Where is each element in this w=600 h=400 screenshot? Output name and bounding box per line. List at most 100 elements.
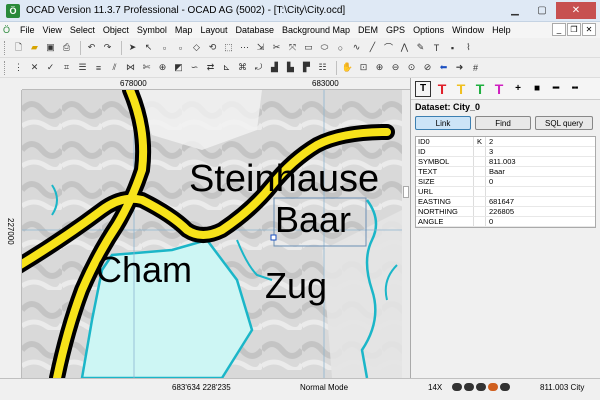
menu-map[interactable]: Map: [171, 25, 197, 35]
line-node-symbol-icon[interactable]: ━: [548, 81, 564, 97]
print-icon[interactable]: ⎙: [60, 41, 73, 54]
zoom-in-icon[interactable]: ⊕: [373, 61, 386, 74]
new-file-icon[interactable]: 🗋: [12, 41, 25, 54]
hand-pan-icon[interactable]: ✋: [341, 61, 354, 74]
link-button[interactable]: Link: [415, 116, 471, 130]
measure-icon[interactable]: ⊾: [220, 61, 233, 74]
select-arrow-icon[interactable]: ➤: [126, 41, 139, 54]
table-row[interactable]: SYMBOL 811.003: [416, 157, 595, 167]
align-right-icon[interactable]: ≡: [92, 61, 105, 74]
menu-background-map[interactable]: Background Map: [278, 25, 354, 35]
table-row[interactable]: EASTING 681647: [416, 197, 595, 207]
text-green-icon[interactable]: T: [472, 81, 488, 97]
table-row[interactable]: ID 3: [416, 147, 595, 157]
text-magenta-icon[interactable]: T: [491, 81, 507, 97]
mdi-close-button[interactable]: ✕: [582, 23, 596, 36]
staircase-icon[interactable]: ▛: [300, 61, 313, 74]
straight-line-icon[interactable]: ╱: [366, 41, 379, 54]
eye-icon[interactable]: [500, 383, 510, 391]
freehand-icon[interactable]: ∿: [350, 41, 363, 54]
rectangle-icon[interactable]: ▭: [302, 41, 315, 54]
menu-select[interactable]: Select: [66, 25, 99, 35]
edit-object-icon[interactable]: ↖: [142, 41, 155, 54]
point-symbol-icon[interactable]: +: [510, 81, 526, 97]
eye-icon[interactable]: [488, 383, 498, 391]
sql-query-button[interactable]: SQL query: [535, 116, 593, 130]
map-vertical-scrollbar[interactable]: [402, 90, 410, 378]
menu-window[interactable]: Window: [448, 25, 488, 35]
dashed-line-icon[interactable]: ⋯: [238, 41, 251, 54]
redo-icon[interactable]: ↷: [101, 41, 114, 54]
table-row[interactable]: SIZE 0: [416, 177, 595, 187]
align-icon[interactable]: ☰: [76, 61, 89, 74]
curve-icon[interactable]: ⌒: [382, 41, 395, 54]
field-value[interactable]: 226805: [486, 207, 595, 216]
smooth-icon[interactable]: ∽: [188, 61, 201, 74]
node-diamond-icon[interactable]: ◇: [190, 41, 203, 54]
polyline-icon[interactable]: ⌇: [462, 41, 475, 54]
node-move-icon[interactable]: ⬚: [222, 41, 235, 54]
cut-area-icon[interactable]: ✄: [140, 61, 153, 74]
zoom-window-icon[interactable]: ⊡: [357, 61, 370, 74]
menu-symbol[interactable]: Symbol: [133, 25, 171, 35]
grip-icon[interactable]: ⋮: [12, 61, 25, 74]
arrow-left-icon[interactable]: ⬅: [437, 61, 450, 74]
menu-database[interactable]: Database: [231, 25, 278, 35]
scrollbar-thumb[interactable]: [403, 186, 409, 198]
ocad-app-icon[interactable]: Ö: [6, 3, 20, 18]
tag-icon[interactable]: ⌘: [236, 61, 249, 74]
steps2-icon[interactable]: ▙: [284, 61, 297, 74]
toolbar-grip[interactable]: [4, 40, 8, 55]
table-row[interactable]: ANGLE 0: [416, 217, 595, 227]
text-symbol-icon[interactable]: T: [415, 80, 431, 97]
mdi-minimize-button[interactable]: _: [552, 23, 566, 36]
rotate-text-icon[interactable]: ⤾: [252, 61, 265, 74]
maximize-button[interactable]: ▢: [529, 2, 555, 19]
grid-icon[interactable]: #: [469, 61, 482, 74]
check-icon[interactable]: ✓: [44, 61, 57, 74]
menu-help[interactable]: Help: [488, 25, 515, 35]
zigzag-icon[interactable]: ⋀: [398, 41, 411, 54]
menu-options[interactable]: Options: [409, 25, 448, 35]
menu-layout[interactable]: Layout: [196, 25, 231, 35]
cut-line-icon[interactable]: ✂: [270, 41, 283, 54]
table-row[interactable]: NORTHING 226805: [416, 207, 595, 217]
field-value[interactable]: 811.003: [486, 157, 595, 166]
eye-icon[interactable]: [464, 383, 474, 391]
menu-file[interactable]: File: [16, 25, 39, 35]
field-value[interactable]: 2: [486, 137, 595, 146]
menu-object[interactable]: Object: [99, 25, 133, 35]
minimize-button[interactable]: ▁: [502, 2, 528, 19]
rotate-icon[interactable]: ⟲: [206, 41, 219, 54]
delete-x-icon[interactable]: ✕: [28, 61, 41, 74]
crop-icon[interactable]: ⌗: [60, 61, 73, 74]
square-node-icon[interactable]: ▪: [446, 41, 459, 54]
menu-gps[interactable]: GPS: [382, 25, 409, 35]
layers-icon[interactable]: ☷: [316, 61, 329, 74]
steps-icon[interactable]: ▟: [268, 61, 281, 74]
menu-dem[interactable]: DEM: [354, 25, 382, 35]
field-value[interactable]: Baar: [486, 167, 595, 176]
text-red-icon[interactable]: T: [434, 81, 450, 97]
find-button[interactable]: Find: [475, 116, 531, 130]
text-yellow-icon[interactable]: T: [453, 81, 469, 97]
field-value[interactable]: 0: [486, 177, 595, 186]
node-square-icon[interactable]: ▫: [158, 41, 171, 54]
field-value[interactable]: 681647: [486, 197, 595, 206]
zoom-out-icon[interactable]: ⊖: [389, 61, 402, 74]
document-icon[interactable]: Ö: [0, 24, 13, 37]
arrow-right-icon[interactable]: ➜: [453, 61, 466, 74]
ellipse-icon[interactable]: ⬭: [318, 41, 331, 54]
zoom-extent-icon[interactable]: ⊙: [405, 61, 418, 74]
open-folder-icon[interactable]: ▰: [28, 41, 41, 54]
table-row[interactable]: URL: [416, 187, 595, 197]
close-button[interactable]: ✕: [556, 2, 596, 19]
menu-view[interactable]: View: [39, 25, 66, 35]
eye-icon[interactable]: [476, 383, 486, 391]
eye-icon[interactable]: [452, 383, 462, 391]
undo-icon[interactable]: ↶: [85, 41, 98, 54]
field-value[interactable]: [486, 187, 595, 196]
save-icon[interactable]: ▣: [44, 41, 57, 54]
circle-icon[interactable]: ○: [334, 41, 347, 54]
merge-icon[interactable]: ⊕: [156, 61, 169, 74]
